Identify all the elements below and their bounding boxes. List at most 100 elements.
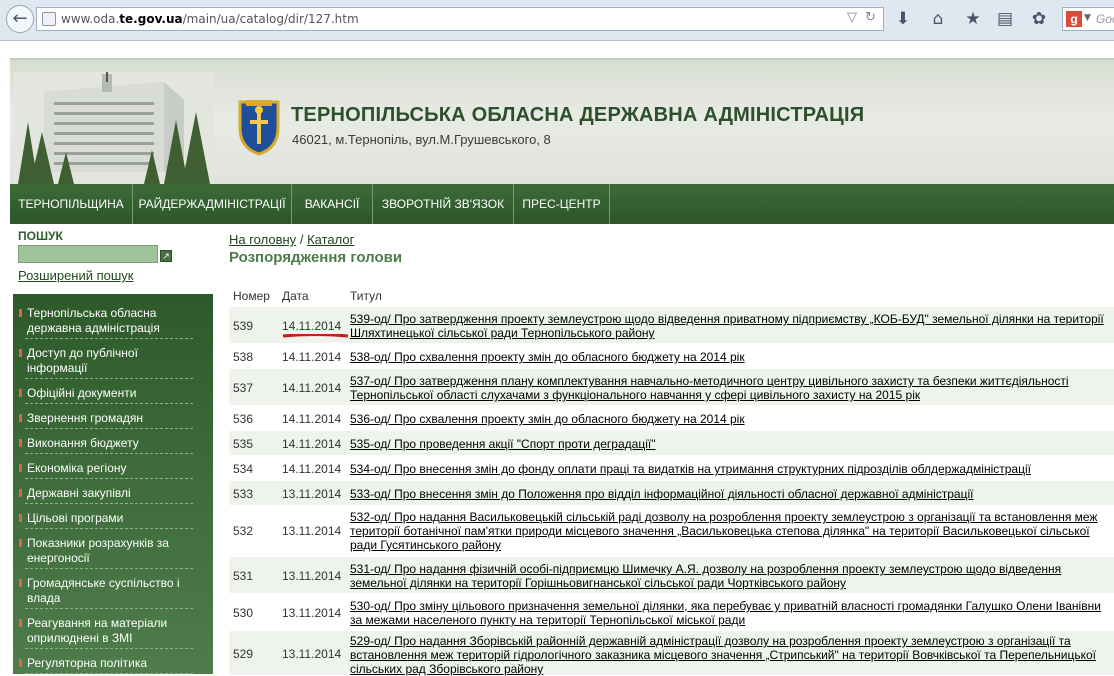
menu-item-raiderzhadministratsii[interactable]: РАЙДЕРЖАДМІНІСТРАЦІЇ [133,184,292,224]
reading-list-icon[interactable]: ▤ [994,8,1016,30]
row-date: 14.11.2014 [282,350,342,364]
row-title-link[interactable]: 538-од/ Про схвалення проекту змін до об… [350,350,1110,364]
breadcrumb-catalog-link[interactable]: Каталог [307,232,354,247]
row-title-link[interactable]: 536-од/ Про схвалення проекту змін до об… [350,412,1110,426]
column-header-title: Титул [350,289,382,303]
row-number: 534 [233,462,254,476]
browser-toolbar: ← www.oda.te.gov.ua/main/ua/catalog/dir/… [0,0,1114,41]
column-header-number: Номер [233,289,270,303]
bullet-icon [19,514,22,522]
row-number: 533 [233,487,254,501]
row-number: 538 [233,350,254,364]
breadcrumb-home-link[interactable]: На головну [229,232,296,247]
row-title-link[interactable]: 529-од/ Про надання Зборівській районній… [350,634,1110,676]
table-row: 538 14.11.2014 538-од/ Про схвалення про… [229,343,1114,368]
page-title: Розпорядження голови [229,249,403,266]
table-row: 537 14.11.2014 537-од/ Про затвердження … [229,368,1114,405]
bullet-icon [19,349,22,357]
row-date: 13.11.2014 [282,647,342,661]
table-row: 530 13.11.2014 530-од/ Про зміну цільово… [229,593,1114,630]
table-row: 536 14.11.2014 536-од/ Про схвалення про… [229,405,1114,430]
search-input[interactable] [18,245,158,263]
home-icon[interactable]: ⌂ [927,8,949,30]
site-title: ТЕРНОПІЛЬСЬКА ОБЛАСНА ДЕРЖАВНА АДМІНІСТР… [291,104,865,126]
bullet-icon [19,389,22,397]
row-date: 14.11.2014 [282,412,342,426]
extension-icon[interactable]: ✿ [1028,8,1050,30]
dropdown-icon[interactable]: ▽ [847,10,857,25]
row-number: 530 [233,606,254,620]
reload-icon[interactable]: ↻ [865,10,876,25]
row-title-link[interactable]: 535-од/ Про проведення акції "Спорт прот… [350,437,1110,451]
row-number: 539 [233,319,254,333]
column-header-date: Дата [282,289,309,303]
row-number: 535 [233,437,254,451]
region-coat-of-arms-icon [238,100,280,156]
row-date: 14.11.2014 [282,381,342,395]
bullet-icon [19,659,22,667]
row-date: 14.11.2014 [282,437,342,451]
sidebar-item-energy-payments[interactable]: Показники розрахунків за енергоносії [19,536,193,569]
row-date: 14.11.2014 [282,319,342,333]
row-title-link[interactable]: 532-од/ Про надання Васильковецькій сіль… [350,510,1110,552]
sidebar-item-civil-society[interactable]: Громадянське суспільство і влада [19,576,193,609]
table-row: 539 14.11.2014 539-од/ Про затвердження … [229,306,1114,343]
download-icon[interactable]: ⬇ [892,8,914,30]
address-bar[interactable]: www.oda.te.gov.ua/main/ua/catalog/dir/12… [36,7,884,31]
table-row: 531 13.11.2014 531-од/ Про надання фізич… [229,556,1114,593]
menu-item-feedback[interactable]: ЗВОРОТНІЙ ЗВ'ЯЗОК [373,184,514,224]
sidebar-item-citizen-appeals[interactable]: Звернення громадян [19,411,193,429]
row-date: 13.11.2014 [282,569,342,583]
google-logo-icon: g [1066,11,1082,27]
row-date: 14.11.2014 [282,462,342,476]
table-row: 529 13.11.2014 529-од/ Про надання Зборі… [229,630,1114,676]
sidebar-item-regional-administration[interactable]: Тернопільська обласна державна адміністр… [19,306,193,339]
row-number: 531 [233,569,254,583]
sidebar-item-regulatory-policy[interactable]: Регуляторна політика [19,656,193,674]
sidebar-item-official-documents[interactable]: Офіційні документи [19,386,193,404]
row-number: 529 [233,647,254,661]
url-text: www.oda.te.gov.ua/main/ua/catalog/dir/12… [61,12,359,26]
breadcrumb: На головну / Каталог [229,232,354,247]
page-favicon-icon [42,12,56,26]
table-row: 534 14.11.2014 534-од/ Про внесення змін… [229,455,1114,480]
bullet-icon [19,489,22,497]
row-title-link[interactable]: 534-од/ Про внесення змін до фонду оплат… [350,462,1110,476]
bullet-icon [19,464,22,472]
sidebar-item-media-response[interactable]: Реагування на матеріали оприлюднені в ЗМ… [19,616,193,649]
row-title-link[interactable]: 530-од/ Про зміну цільового призначення … [350,599,1110,627]
bullet-icon [19,579,22,587]
row-title-link[interactable]: 539-од/ Про затвердження проекту землеус… [350,312,1110,340]
table-row: 532 13.11.2014 532-од/ Про надання Васил… [229,505,1114,556]
site-header: ТЕРНОПІЛЬСЬКА ОБЛАСНА ДЕРЖАВНА АДМІНІСТР… [10,58,1114,186]
red-highlight-mark [282,334,349,338]
row-title-link[interactable]: 531-од/ Про надання фізичній особі-підпр… [350,562,1110,590]
sidebar-item-target-programs[interactable]: Цільові програми [19,511,193,529]
table-row: 535 14.11.2014 535-од/ Про проведення ак… [229,430,1114,455]
sidebar-nav: Тернопільська обласна державна адміністр… [13,294,213,674]
sidebar-item-public-information[interactable]: Доступ до публічної інформації [19,346,193,379]
row-title-link[interactable]: 533-од/ Про внесення змін до Положення п… [350,487,1110,501]
sidebar-item-budget-execution[interactable]: Виконання бюджету [19,436,193,454]
bullet-icon [19,309,22,317]
row-date: 13.11.2014 [282,524,342,538]
engine-dropdown-icon[interactable]: ▼ [1084,13,1091,23]
search-go-icon[interactable]: ↗ [160,250,172,262]
menu-item-vakansii[interactable]: ВАКАНСІЇ [292,184,373,224]
bullet-icon [19,619,22,627]
back-arrow-icon[interactable]: ← [6,5,34,33]
bookmark-star-icon[interactable]: ★ [962,8,984,30]
row-number: 537 [233,381,254,395]
row-title-link[interactable]: 537-од/ Про затвердження плану комплекту… [350,374,1110,402]
breadcrumb-separator: / [299,232,304,247]
menu-item-press-center[interactable]: ПРЕС-ЦЕНТР [514,184,610,224]
row-number: 536 [233,412,254,426]
menu-item-ternopilshchyna[interactable]: ТЕРНОПІЛЬЩИНА [10,184,133,224]
search-engine-box[interactable]: g ▼ Goo [1062,7,1114,31]
row-date: 13.11.2014 [282,487,342,501]
sidebar-item-regional-economy[interactable]: Економіка регіону [19,461,193,479]
sidebar-item-procurement[interactable]: Державні закупівлі [19,486,193,504]
search-engine-placeholder: Goo [1096,12,1114,26]
main-menu: ТЕРНОПІЛЬЩИНА РАЙДЕРЖАДМІНІСТРАЦІЇ ВАКАН… [10,184,1114,224]
advanced-search-link[interactable]: Розширений пошук [18,268,134,283]
